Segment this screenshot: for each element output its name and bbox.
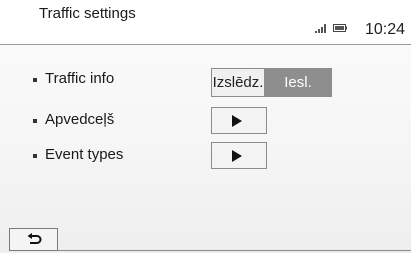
back-arrow-icon <box>27 233 42 244</box>
toggle-option-off[interactable]: Izslēdz. <box>212 69 265 96</box>
screen: Traffic settings 10:24 Traffic info Izsl… <box>0 0 411 253</box>
header-bar: Traffic settings 10:24 <box>0 0 411 45</box>
setting-label-apvedcels: Apvedceļš <box>45 111 115 128</box>
event-types-open-button[interactable] <box>211 142 267 169</box>
setting-label-traffic-info: Traffic info <box>45 70 115 87</box>
battery-icon <box>333 24 347 32</box>
bullet-icon <box>33 154 37 158</box>
setting-row-event-types: Event types <box>0 144 411 166</box>
setting-row-apvedcels: Apvedceļš <box>0 109 411 131</box>
signal-icon <box>315 24 326 33</box>
bullet-icon <box>33 119 37 123</box>
apvedcels-open-button[interactable] <box>211 107 267 134</box>
bullet-icon <box>33 78 37 82</box>
toggle-option-on[interactable]: Iesl. <box>265 69 331 96</box>
page-title: Traffic settings <box>39 5 136 22</box>
setting-row-traffic-info: Traffic info <box>0 68 411 90</box>
clock: 10:24 <box>365 21 406 38</box>
play-icon <box>232 150 242 162</box>
back-button[interactable] <box>9 228 58 251</box>
footer-divider <box>58 250 411 251</box>
setting-label-event-types: Event types <box>45 146 124 163</box>
play-icon <box>232 115 242 127</box>
traffic-info-toggle[interactable]: Izslēdz. Iesl. <box>211 68 332 97</box>
